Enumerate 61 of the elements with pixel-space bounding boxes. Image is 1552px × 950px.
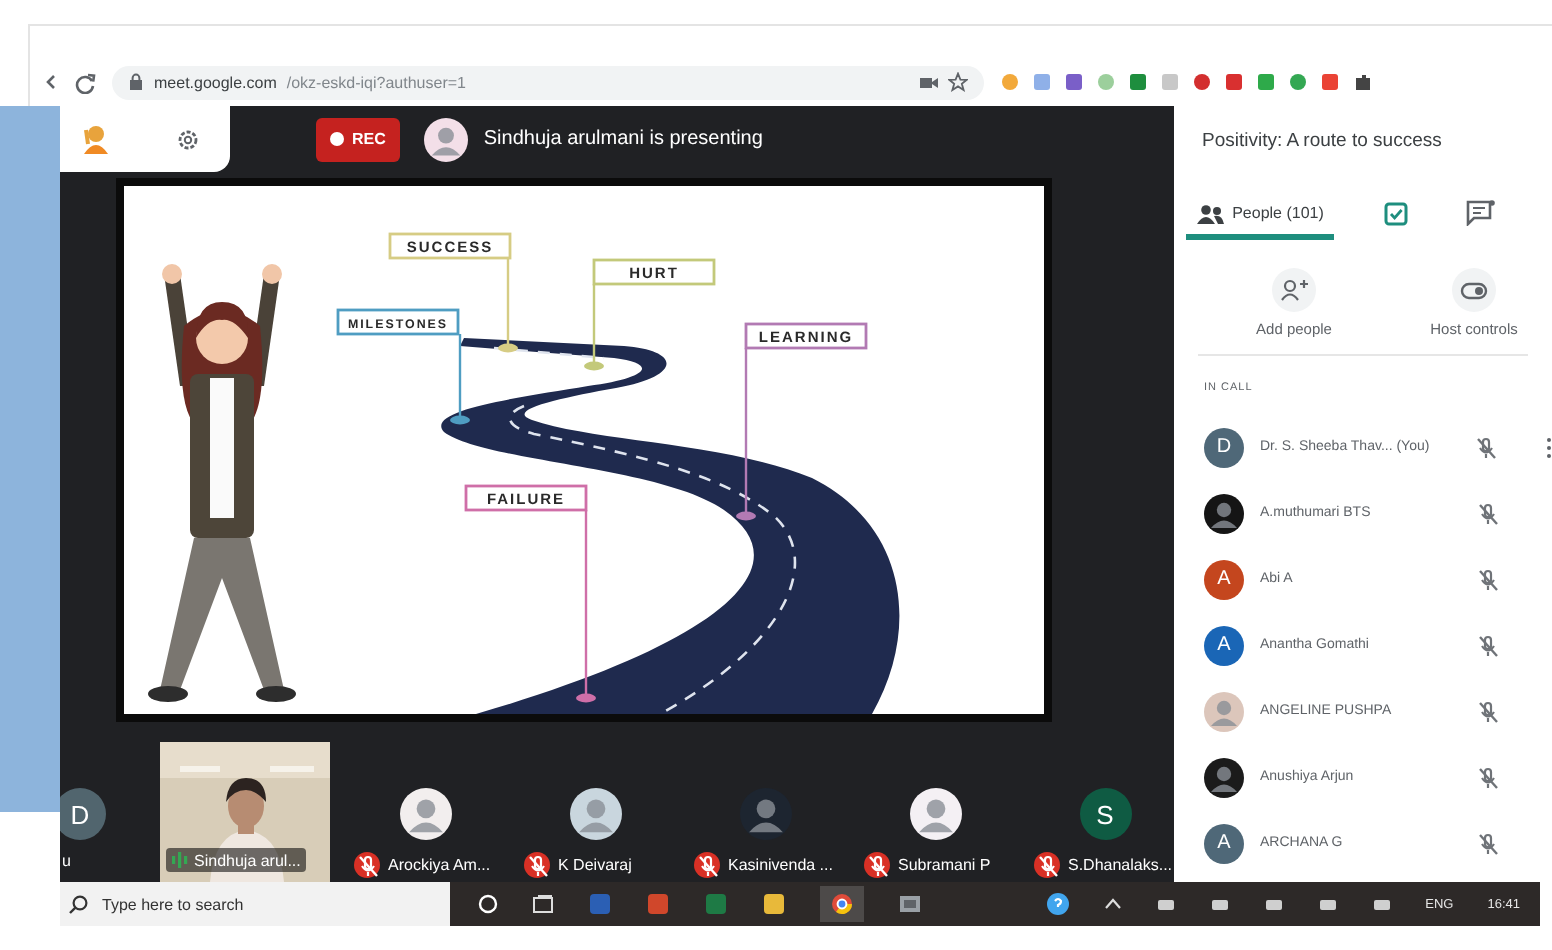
participant-name: K Deivaraj <box>558 856 632 874</box>
avatar: S <box>1079 788 1131 840</box>
avatar: A <box>1204 559 1244 599</box>
avatar: A <box>1204 625 1244 665</box>
avatar <box>399 788 451 840</box>
reload-icon[interactable] <box>74 71 96 93</box>
lock-icon <box>128 72 144 92</box>
settings-icon[interactable] <box>176 127 200 151</box>
avatar <box>739 788 791 840</box>
avatar <box>1204 757 1244 797</box>
tray-icon[interactable] <box>1317 894 1338 914</box>
app-icon[interactable] <box>762 892 786 916</box>
checkbox-icon <box>1384 201 1408 225</box>
avatar <box>1204 691 1244 731</box>
mic-off-icon[interactable] <box>1476 567 1500 591</box>
star-icon[interactable] <box>948 72 968 92</box>
chat-icon <box>1466 200 1496 226</box>
avatar <box>569 788 621 840</box>
mic-off-icon[interactable] <box>1476 699 1500 723</box>
mic-off-icon[interactable] <box>1474 435 1498 459</box>
camera-icon[interactable] <box>920 73 938 91</box>
caret-icon[interactable] <box>1103 896 1122 912</box>
tray-icon[interactable] <box>1263 894 1284 914</box>
record-dot-icon <box>330 132 344 146</box>
audio-level-icon <box>172 850 188 870</box>
presenting-text: Sindhuja arulmani is presenting <box>483 128 763 150</box>
person-icon[interactable] <box>80 123 112 155</box>
mic-off-icon[interactable] <box>1476 765 1500 789</box>
app-icon[interactable] <box>830 892 854 916</box>
meeting-title: Positivity: A route to success <box>1202 130 1444 154</box>
address-field[interactable]: meet.google.com /okz-eskd-iqi?authuser=1 <box>112 65 984 99</box>
help-icon[interactable] <box>1045 892 1070 916</box>
participant-name: Subramani P <box>898 856 991 874</box>
avatar <box>909 788 961 840</box>
avatar: A <box>1204 823 1244 863</box>
avatar <box>423 117 468 161</box>
search-icon <box>68 894 88 914</box>
people-icon <box>1196 202 1225 224</box>
mic-off-icon[interactable] <box>1476 501 1500 525</box>
participant-name: u <box>62 852 71 870</box>
toggle-icon <box>1460 281 1488 299</box>
rec-button[interactable]: REC <box>316 117 400 161</box>
tray-icon[interactable] <box>1209 894 1230 914</box>
search-field[interactable]: Type here to search <box>60 882 450 926</box>
mic-off-icon[interactable] <box>1476 633 1500 657</box>
participant-name: S.Dhanalaks... <box>1068 856 1173 874</box>
participant-name: Arockiya Am... <box>388 856 491 874</box>
tab[interactable]: People (101) <box>1186 192 1334 240</box>
task-view-icon[interactable] <box>532 894 554 914</box>
mic-off-icon[interactable] <box>1476 831 1500 855</box>
avatar: D <box>1204 427 1244 467</box>
tray-icon[interactable] <box>1371 894 1392 914</box>
circle-icon[interactable] <box>478 894 498 914</box>
tray-icon[interactable] <box>1155 894 1176 914</box>
avatar: D <box>60 788 106 840</box>
participant-name: Kasinivenda ... <box>728 856 833 874</box>
app-icon[interactable] <box>898 892 922 916</box>
add-person-icon <box>1280 278 1308 302</box>
participant-name: Sindhuja arul... <box>194 851 301 869</box>
more-icon[interactable] <box>1546 435 1552 459</box>
avatar <box>1204 493 1244 533</box>
